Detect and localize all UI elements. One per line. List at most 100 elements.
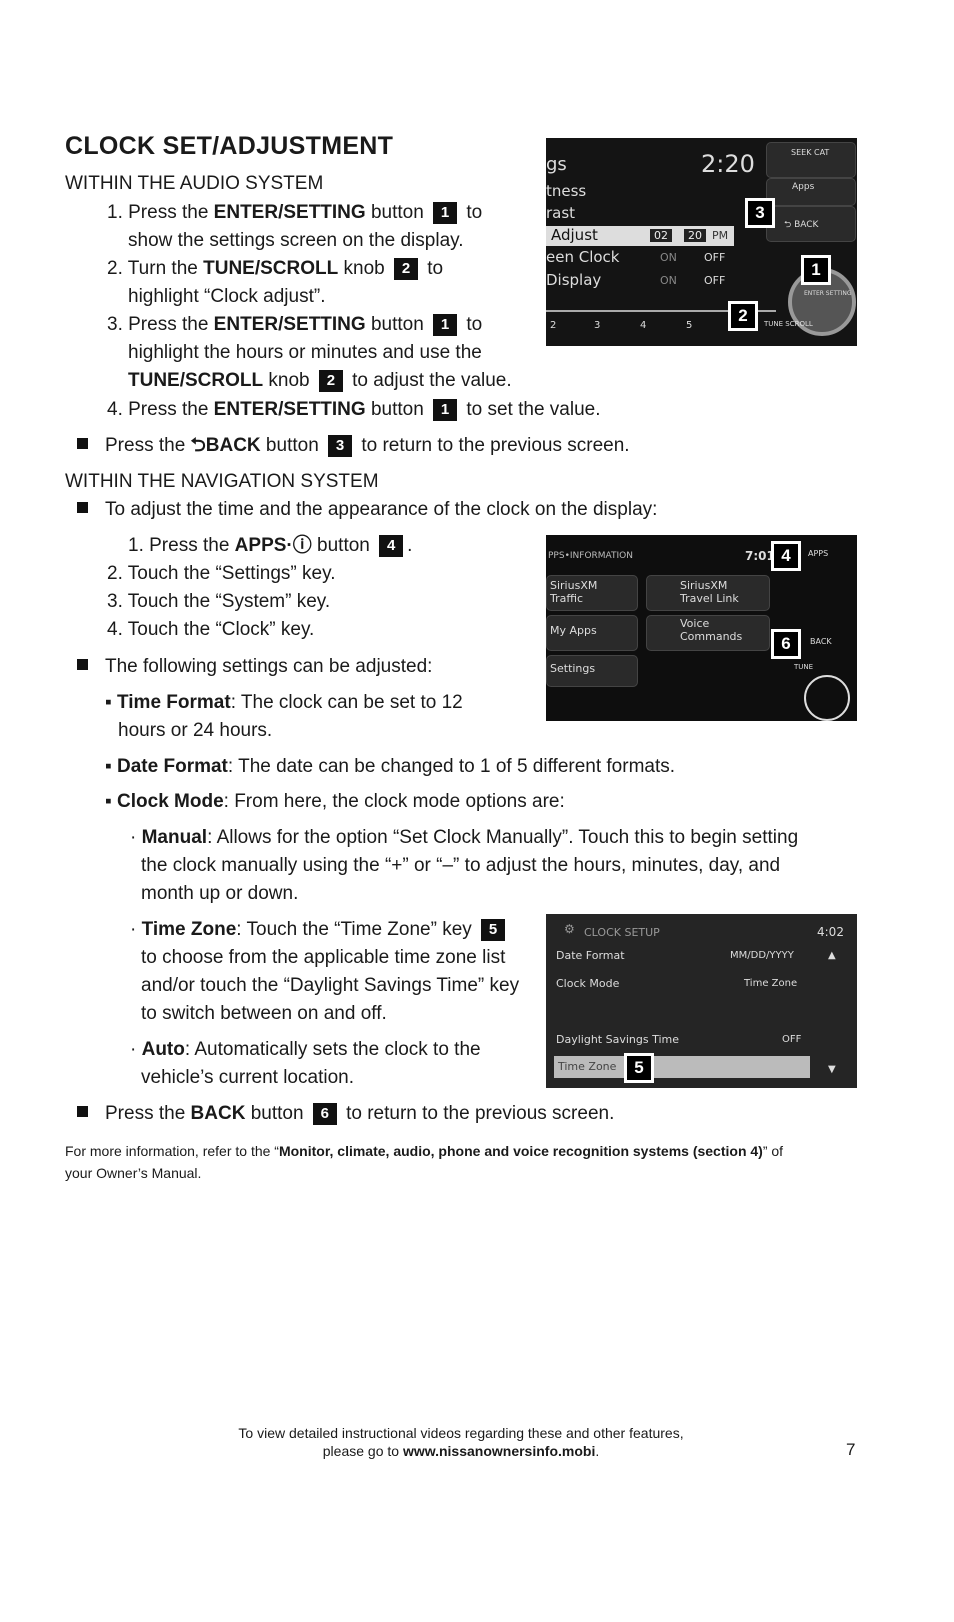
bold-term: ENTER/SETTING (213, 399, 366, 420)
off-option: OFF (704, 251, 726, 264)
screen-time: 4:02 (817, 925, 844, 939)
footer-text: . (595, 1443, 600, 1459)
text: : The clock can be set to 12 (230, 692, 463, 713)
text: 2. Turn the (107, 258, 204, 279)
tune-label: TUNE (794, 663, 814, 671)
text: 3. Press the (107, 314, 214, 335)
callout-badge: 6 (312, 1103, 337, 1125)
callout-5: 5 (624, 1053, 654, 1083)
text: month up or down. (141, 883, 299, 904)
callout-badge: 1 (433, 314, 458, 336)
text-line: ▪ Date Format: The date can be changed t… (105, 755, 675, 779)
text-line: ▪ Clock Mode: From here, the clock mode … (105, 790, 565, 814)
minute-value: 20 (684, 229, 706, 242)
text-line: highlight the hours or minutes and use t… (128, 341, 482, 365)
text: 4. Press the (107, 399, 214, 420)
on-option: ON (660, 274, 677, 287)
off-option: OFF (704, 274, 726, 287)
bold-term: TUNE/SCROLL (128, 370, 264, 391)
text-line: TUNE/SCROLL knob 2 to adjust the value. (128, 369, 512, 393)
scroll-up-icon: ▲ (828, 950, 836, 961)
text-line: WITHIN THE AUDIO SYSTEM (65, 172, 323, 196)
tile-label: Settings (550, 662, 596, 675)
row-label: Daylight Savings Time (556, 1033, 679, 1046)
text: button (260, 435, 325, 456)
text-line: ▪ Time Format: The clock can be set to 1… (105, 691, 463, 715)
text-line: The following settings can be adjusted: (77, 655, 432, 679)
screen-title: PPS•INFORMATION (548, 551, 633, 561)
text: highlight “Clock adjust”. (128, 286, 326, 307)
text: : Automatically sets the clock to the (184, 1039, 481, 1060)
text-line: · Time Zone: Touch the “Time Zone” key 5 (130, 918, 509, 942)
text: 2. Touch the “Settings” key. (107, 563, 336, 584)
text: : From here, the clock mode options are: (223, 791, 565, 812)
text: the clock manually using the “+” or “–” … (141, 855, 781, 876)
bold-term: ENTER/SETTING (213, 314, 366, 335)
audio-settings-photo: gs 2:20 tness rast Adjust 02 20 PM een C… (546, 138, 857, 346)
text: highlight the hours or minutes and use t… (128, 342, 482, 363)
bold-term: ENTER/SETTING (213, 202, 366, 223)
text: knob (338, 258, 390, 279)
text: ▪ (105, 692, 118, 713)
callout-1: 1 (801, 255, 831, 285)
bold-term: APPS·ⓘ (234, 535, 312, 556)
row-label-selected: Time Zone (558, 1060, 617, 1073)
tile-label: SiriusXM Traffic (550, 579, 598, 605)
text-line: to switch between on and off. (141, 1002, 387, 1026)
text: button (311, 535, 376, 556)
callout-badge: 2 (394, 258, 418, 280)
bold-term: Auto (141, 1039, 185, 1060)
bullet-square-icon (77, 659, 88, 670)
text-line: vehicle’s current location. (141, 1066, 354, 1090)
callout-badge: 3 (328, 435, 353, 457)
text-line: · Manual: Allows for the option “Set Clo… (130, 826, 798, 850)
text: to set the value. (461, 399, 601, 420)
callout-6: 6 (771, 629, 801, 659)
bold-term: Time Zone (141, 919, 237, 940)
text-line: hours or 24 hours. (118, 719, 272, 743)
clock-setup-photo: ⚙ CLOCK SETUP 4:02 Date Format MM/DD/YYY… (546, 914, 857, 1088)
text: ▪ (105, 756, 118, 777)
screen-row: Display (546, 271, 602, 289)
tile-label: Voice Commands (680, 617, 743, 643)
text-line: 3. Touch the “System” key. (107, 590, 330, 614)
text: to (461, 314, 483, 335)
text-line: the clock manually using the “+” or “–” … (141, 854, 780, 878)
text: to switch between on and off. (141, 1003, 387, 1024)
text: : Allows for the option “Set Clock Manua… (207, 827, 799, 848)
apps-information-photo: PPS•INFORMATION 7:01 SiriusXM Traffic Si… (546, 535, 857, 721)
text: ▪ (105, 791, 118, 812)
footer-line2: please go to www.nissanownersinfo.mobi. (0, 1441, 922, 1461)
footer-url-link[interactable]: www.nissanownersinfo.mobi (403, 1443, 595, 1459)
text: . (407, 535, 413, 556)
text: knob (263, 370, 315, 391)
text-line: · Auto: Automatically sets the clock to … (130, 1038, 481, 1062)
text: to (461, 202, 483, 223)
text: : Touch the “Time Zone” key (236, 919, 478, 940)
bold-term: TUNE/SCROLL (203, 258, 339, 279)
text: · (130, 827, 142, 848)
text-line: 1. Press the ENTER/SETTING button 1 to (107, 201, 482, 225)
text-line: Press the ⮌BACK button 3 to return to th… (77, 434, 630, 458)
text-line: To adjust the time and the appearance of… (77, 498, 657, 522)
text-line: to choose from the applicable time zone … (141, 946, 505, 970)
page-number: 7 (846, 1440, 856, 1459)
callout-badge: 1 (433, 202, 458, 224)
callout-badge: 2 (318, 370, 343, 392)
text-line: Press the BACK button 6 to return to the… (77, 1102, 614, 1126)
text-line: and/or touch the “Daylight Savings Time”… (141, 974, 519, 998)
tile-label: SiriusXM Travel Link (680, 579, 739, 605)
text-line: highlight “Clock adjust”. (128, 285, 325, 309)
text: 1. Press the (128, 535, 235, 556)
text: show the settings screen on the display. (128, 230, 464, 251)
text: WITHIN THE NAVIGATION SYSTEM (65, 471, 379, 492)
text-line: 2. Turn the TUNE/SCROLL knob 2 to (107, 257, 443, 281)
preset: 4 (640, 320, 647, 331)
preset: 3 (594, 320, 601, 331)
manual-page: CLOCK SET/ADJUSTMENT WITHIN THE AUDIO SY… (0, 0, 954, 1622)
text-line: WITHIN THE NAVIGATION SYSTEM (65, 470, 379, 494)
text: Press the (105, 435, 191, 456)
bold-term: Time Format (117, 692, 231, 713)
callout-badge: 5 (481, 919, 506, 941)
text: to choose from the applicable time zone … (141, 947, 506, 968)
